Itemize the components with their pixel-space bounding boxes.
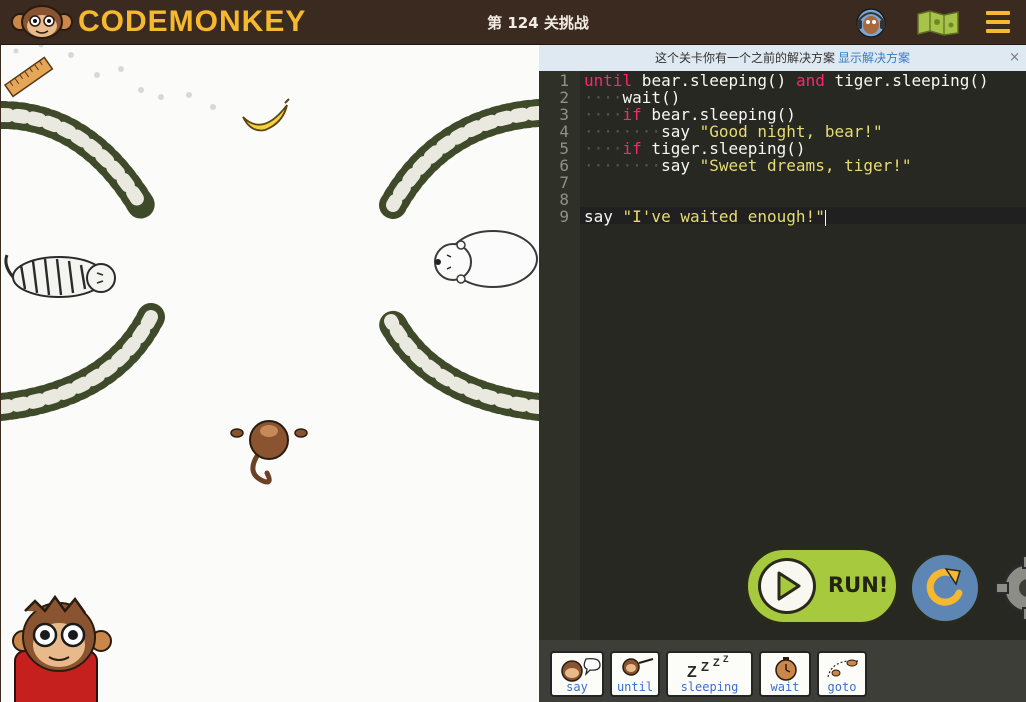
svg-text:Z: Z — [713, 657, 720, 669]
monkey-logo-icon — [11, 5, 73, 39]
wait-stopwatch-icon — [775, 657, 797, 681]
code-line-9[interactable]: say "I've waited enough!" — [584, 208, 826, 226]
banana-icon[interactable] — [242, 98, 290, 132]
code-line-1[interactable]: until bear.sleeping() and tiger.sleeping… — [584, 72, 989, 89]
tiger-sleeping[interactable] — [4, 254, 116, 298]
sleeping-zzz-icon: Z Z Z Z — [687, 655, 729, 681]
line-number: 6 — [559, 156, 569, 175]
settings-gear-icon[interactable] — [992, 552, 1026, 624]
notice-close-icon[interactable]: × — [1009, 45, 1020, 71]
svg-text:Z: Z — [723, 655, 729, 664]
codemonkey-logo[interactable]: CODEMONKEY — [10, 4, 306, 40]
avatar-button[interactable] — [854, 6, 888, 38]
reset-arrow-icon — [926, 568, 963, 606]
chip-wait[interactable]: wait — [759, 651, 811, 697]
line-number: 8 — [559, 190, 569, 209]
level-title: 第 124 关挑战 — [487, 14, 589, 32]
reset-button[interactable] — [909, 552, 981, 624]
show-solution-link[interactable]: 显示解决方案 — [838, 51, 910, 65]
code-line-6[interactable]: ········say "Sweet dreams, tiger!" — [584, 157, 912, 174]
map-button[interactable] — [916, 10, 960, 36]
line-number: 1 — [559, 71, 569, 90]
chip-goto[interactable]: goto — [817, 651, 867, 697]
game-scene — [1, 45, 539, 702]
ruler-icon[interactable] — [3, 56, 54, 98]
bush-arc-bottom-right — [377, 307, 539, 421]
chip-sleeping[interactable]: Z Z Z Z sleeping — [666, 651, 753, 697]
line-number: 4 — [559, 122, 569, 141]
notice-text: 这个关卡你有一个之前的解决方案 — [654, 51, 835, 65]
chip-say[interactable]: say — [550, 651, 604, 697]
play-icon — [758, 558, 816, 614]
say-monkey-icon — [561, 657, 601, 682]
footprints-decor — [13, 45, 216, 110]
code-line-5[interactable]: ····if tiger.sleeping() — [584, 140, 806, 157]
code-line-4[interactable]: ········say "Good night, bear!" — [584, 123, 883, 140]
until-icon — [622, 658, 654, 676]
run-button[interactable]: RUN! — [745, 547, 899, 625]
logo-text: CODEMONKEY — [78, 5, 307, 38]
avatar-headphones-icon — [856, 8, 886, 38]
command-toolbar: say until Z Z Z Z sleeping wait goto — [539, 640, 1026, 702]
goto-footprints-icon — [827, 659, 859, 678]
code-line-3[interactable]: ····if bear.sleeping() — [584, 106, 796, 123]
polar-bear-sleeping[interactable] — [434, 230, 538, 288]
svg-text:Z: Z — [687, 664, 697, 681]
code-line-2[interactable]: ····wait() — [584, 89, 680, 106]
chip-until[interactable]: until — [610, 651, 660, 697]
bush-arc-top-left — [1, 101, 155, 219]
line-number: 9 — [559, 207, 569, 226]
svg-text:Z: Z — [701, 659, 709, 674]
run-label: RUN! — [828, 573, 889, 597]
top-bar: CODEMONKEY 第 124 关挑战 — [0, 0, 1026, 45]
monkey-player[interactable] — [230, 420, 308, 485]
previous-solution-notice: 这个关卡你有一个之前的解决方案 显示解决方案 × — [539, 45, 1026, 71]
text-cursor — [824, 209, 826, 226]
bush-arc-bottom-left — [1, 303, 165, 421]
line-number: 2 — [559, 88, 569, 107]
bush-arc-top-right — [379, 99, 539, 219]
monkey-guide-character — [12, 594, 112, 702]
menu-hamburger-icon[interactable] — [986, 11, 1010, 33]
game-canvas[interactable] — [1, 45, 539, 702]
map-icon — [917, 10, 959, 36]
line-number: 3 — [559, 105, 569, 124]
line-number: 5 — [559, 139, 569, 158]
line-number: 7 — [559, 173, 569, 192]
